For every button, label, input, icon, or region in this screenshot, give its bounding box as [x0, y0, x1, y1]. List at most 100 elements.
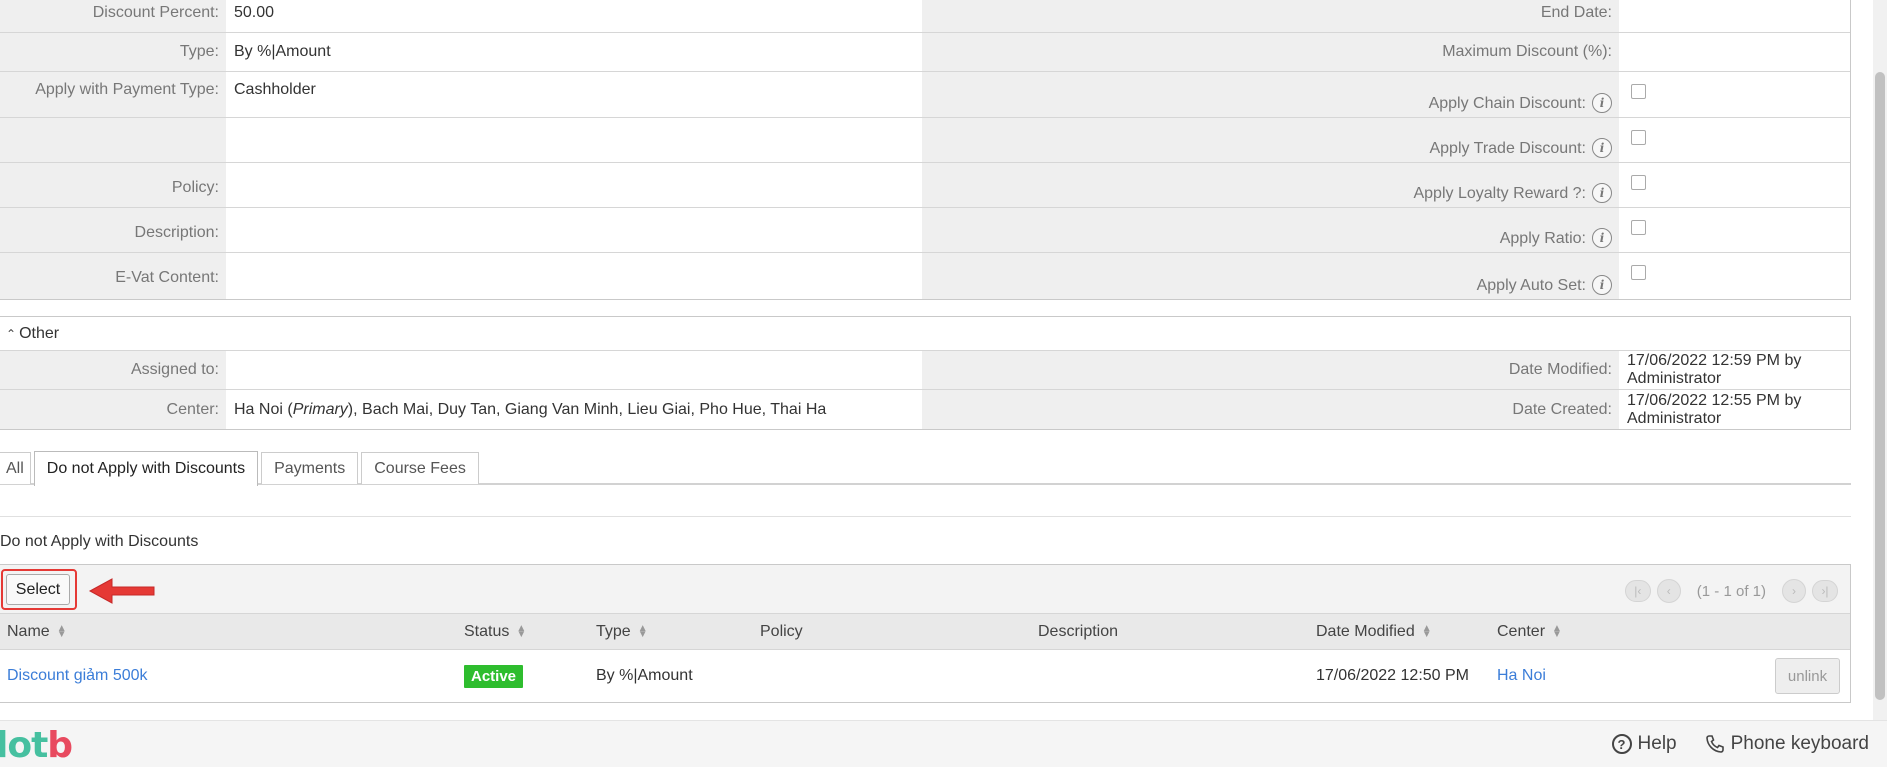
tab-payments[interactable]: Payments [261, 452, 359, 484]
field-label-text: Apply Ratio: [1499, 230, 1586, 247]
subpanel: Select |‹ ‹ (1 - 1 of 1) › ›| Name ▲ ▼ Sta… [0, 564, 1851, 703]
detail-row: Center: Ha Noi (Primary), Bach Mai, Duy … [0, 390, 1850, 429]
logo-text-accent: b [47, 725, 73, 766]
field-label: Maximum Discount (%): [922, 33, 1619, 71]
tab-all[interactable]: All [0, 452, 31, 484]
chevron-up-icon[interactable]: ⌃ [6, 327, 16, 341]
field-value [1619, 33, 1850, 71]
subpanel-toolbar: Select |‹ ‹ (1 - 1 of 1) › ›| [0, 565, 1850, 614]
apply-auto-set-checkbox[interactable] [1631, 265, 1646, 280]
detail-row: Discount Percent: 50.00 End Date: [0, 0, 1850, 33]
info-icon[interactable]: i [1592, 228, 1612, 248]
other-panel: ⌃ Other Assigned to: Date Modified: 17/0… [0, 316, 1851, 430]
sort-icon[interactable]: ▲ ▼ [516, 624, 526, 640]
help-icon: ? [1611, 734, 1632, 754]
select-button[interactable]: Select [6, 574, 70, 605]
table-header: Name ▲ ▼ Status ▲ ▼ Type ▲ ▼ Policy Descriptio… [0, 614, 1850, 650]
field-value: Cashholder [226, 72, 922, 117]
next-page-icon[interactable]: › [1782, 579, 1806, 603]
prev-page-icon[interactable]: ‹ [1656, 579, 1681, 603]
field-value [1619, 253, 1850, 299]
subpanel-title: Do not Apply with Discounts [0, 533, 199, 550]
apply-auto-set-label: Apply Auto Set: i [922, 253, 1619, 299]
field-label: Policy: [0, 163, 226, 207]
column-header-policy: Policy [760, 623, 803, 640]
apply-chain-discount-label: Apply Chain Discount: i [922, 72, 1619, 117]
column-label: Date Modified [1316, 623, 1415, 640]
apply-chain-discount-checkbox[interactable] [1631, 84, 1646, 99]
help-link[interactable]: ? Help [1611, 733, 1677, 755]
detail-panel: Discount Percent: 50.00 End Date: Type: … [0, 0, 1851, 300]
row-name-link[interactable]: Discount giảm 500k [7, 650, 148, 702]
column-header-type[interactable]: Type ▲ ▼ [596, 614, 648, 650]
status-badge: Active [464, 664, 524, 688]
field-value [1619, 0, 1850, 32]
sort-icon[interactable]: ▲ ▼ [1552, 624, 1562, 640]
field-label: E-Vat Content: [0, 253, 226, 299]
field-label-text: Apply Chain Discount: [1428, 95, 1586, 112]
scrollbar-thumb[interactable] [1875, 72, 1885, 700]
field-value: By %|Amount [226, 33, 922, 71]
center-value: Ha Noi (Primary), Bach Mai, Duy Tan, Gia… [226, 390, 922, 429]
field-label: Type: [0, 33, 226, 71]
info-icon[interactable]: i [1592, 275, 1612, 295]
apply-ratio-checkbox[interactable] [1631, 220, 1646, 235]
field-label: Apply with Payment Type: [0, 72, 226, 117]
unlink-button[interactable]: unlink [1775, 658, 1840, 694]
phone-icon [1705, 735, 1724, 753]
apply-trade-discount-checkbox[interactable] [1631, 130, 1646, 145]
center-rest: ), Bach Mai, Duy Tan, Giang Van Minh, Li… [347, 400, 827, 418]
detail-row: Description: Apply Ratio: i [0, 208, 1850, 253]
column-label: Name [7, 623, 50, 640]
column-header-center[interactable]: Center ▲ ▼ [1497, 614, 1562, 650]
other-panel-header[interactable]: ⌃ Other [0, 317, 1850, 351]
field-value: 50.00 [226, 0, 922, 32]
tab-do-not-apply-with-discounts[interactable]: Do not Apply with Discounts [33, 451, 259, 486]
sort-icon[interactable]: ▲ ▼ [1422, 624, 1432, 640]
phone-keyboard-label: Phone keyboard [1730, 733, 1869, 754]
field-label-text: Apply Loyalty Reward ?: [1413, 185, 1586, 202]
column-header-date-modified[interactable]: Date Modified ▲ ▼ [1316, 614, 1432, 650]
column-header-name[interactable]: Name ▲ ▼ [7, 614, 67, 650]
info-icon[interactable]: i [1592, 183, 1612, 203]
apply-loyalty-reward-checkbox[interactable] [1631, 175, 1646, 190]
detail-row: Apply Trade Discount: i [0, 118, 1850, 163]
center-link[interactable]: Ha Noi [1497, 650, 1546, 702]
field-value [1619, 163, 1850, 207]
detail-row: Apply with Payment Type: Cashholder Appl… [0, 72, 1850, 118]
phone-keyboard-link[interactable]: Phone keyboard [1705, 733, 1869, 755]
record-detail-page: Discount Percent: 50.00 End Date: Type: … [0, 0, 1851, 720]
info-icon[interactable]: i [1592, 93, 1612, 113]
detail-row: E-Vat Content: Apply Auto Set: i [0, 253, 1850, 299]
field-value [1619, 118, 1850, 162]
field-label: Description: [0, 208, 226, 252]
column-header-description: Description [1038, 623, 1119, 640]
center-primary-tag: Primary [292, 400, 348, 418]
tab-bar: All Do not Apply with Discounts Payments… [0, 450, 1851, 486]
apply-loyalty-reward-label: Apply Loyalty Reward ?: i [922, 163, 1619, 207]
table-row: Discount giảm 500k Active By %|Amount 17… [0, 650, 1850, 702]
detail-row: Type: By %|Amount Maximum Discount (%): [0, 33, 1850, 72]
sort-icon[interactable]: ▲ ▼ [57, 624, 67, 640]
pagination-text: (1 - 1 of 1) [1696, 582, 1766, 600]
field-label: Assigned to: [0, 351, 226, 389]
type-cell: By %|Amount [596, 667, 693, 684]
field-label: Date Created: [922, 390, 1619, 429]
sort-icon[interactable]: ▲ ▼ [638, 624, 648, 640]
field-value: 17/06/2022 12:55 PM by Administrator [1619, 390, 1850, 429]
column-header-status[interactable]: Status ▲ ▼ [464, 614, 526, 650]
last-page-icon[interactable]: ›| [1812, 580, 1838, 602]
column-label: Center [1497, 623, 1546, 640]
help-label: Help [1637, 733, 1677, 754]
info-icon[interactable]: i [1592, 138, 1612, 158]
field-label: Center: [0, 390, 226, 429]
arrow-annotation-icon [88, 578, 155, 604]
footer: lotb ? Help Phone keyboard [0, 720, 1887, 767]
divider [0, 516, 1851, 517]
logo-text: lot [0, 725, 48, 766]
field-label [0, 118, 226, 162]
field-value [226, 253, 922, 299]
first-page-icon[interactable]: |‹ [1624, 580, 1651, 602]
app-logo: lotb [0, 725, 73, 766]
tab-course-fees[interactable]: Course Fees [361, 452, 479, 484]
